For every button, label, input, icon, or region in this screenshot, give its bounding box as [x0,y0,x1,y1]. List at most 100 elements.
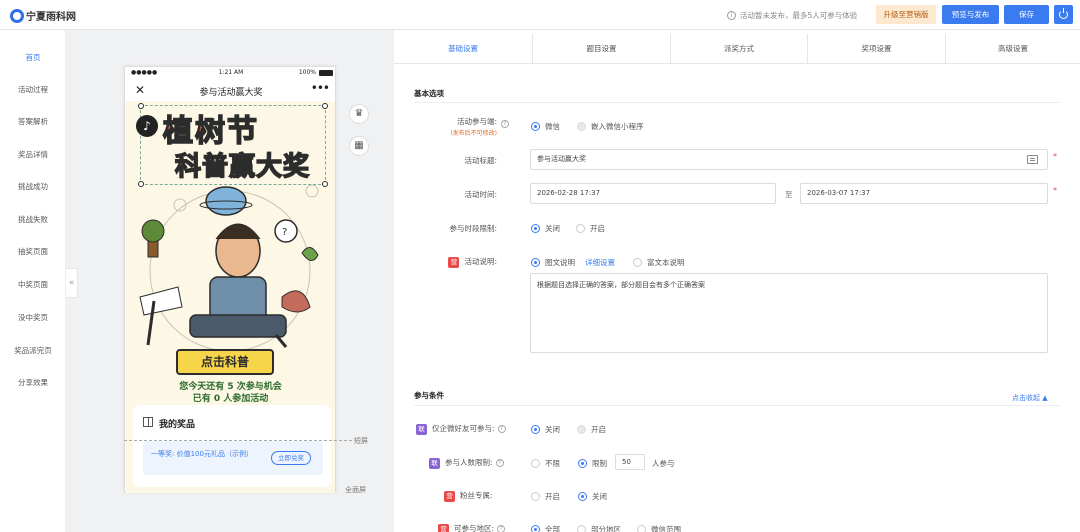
phone-page-title: 参与活动赢大奖 [199,88,263,98]
help-icon[interactable]: ? [495,459,504,467]
nav-item-share[interactable]: 分享效果 [0,377,66,388]
required-mark: * [1053,152,1057,161]
start-time-input[interactable]: 2026-02-28 17:37 [530,183,776,204]
radio-label: 富文本说明 [647,258,685,267]
radio-icon [531,459,540,468]
nav-item-fail[interactable]: 挑战失败 [0,214,66,225]
tab-advanced[interactable]: 高级设置 [945,34,1080,64]
period-option-off[interactable]: 关闭 [531,223,560,234]
radio-label: 全部 [545,525,560,532]
divider [414,102,1060,103]
nav-item-home[interactable]: 首页 [0,52,66,63]
wecom-option-on[interactable]: 开启 [577,424,606,435]
tab-award-method[interactable]: 派奖方式 [670,34,807,64]
more-icon[interactable]: ••• [311,81,330,95]
client-option-miniapp[interactable]: 嵌入微信小程序 [577,121,644,132]
limit-option-limited[interactable]: 限制 [578,458,607,469]
radio-icon [578,492,587,501]
wecom-label: 联仅企微好友可参与:? [416,423,506,435]
top-bar: 宁夏雨科网 i 活动暂未发布，最多5人可参与体验 升级至营销版 预览与发布 保存 [0,0,1080,30]
nav-item-answers[interactable]: 答案解析 [0,116,66,127]
save-button[interactable]: 保存 [1004,5,1049,24]
collapse-nav-toggle[interactable]: « [66,268,78,298]
divider [414,405,1060,406]
nav-item-no-win[interactable]: 没中奖页 [0,312,66,323]
participant-count: 已有 0 人参加活动 [192,394,269,404]
music-icon[interactable]: ♪ [136,115,158,137]
description-textarea[interactable]: 根据题目选择正确的答案，部分题目会有多个正确答案 [530,273,1048,353]
short-screen-label: 短屏 [354,437,368,445]
limit-label: 联参与人数限制:? [429,457,504,469]
help-icon[interactable]: ? [497,525,506,532]
radio-icon [531,122,540,131]
text-format-icon[interactable] [1027,155,1038,164]
caret-up-icon: ▲ [1042,394,1048,402]
upgrade-button[interactable]: 升级至营销版 [876,5,936,24]
radio-label: 限制 [592,459,607,468]
period-option-on[interactable]: 开启 [576,223,605,234]
nav-item-success[interactable]: 挑战成功 [0,181,66,192]
radio-label: 关闭 [592,492,607,501]
start-button[interactable]: 点击科普 [176,349,274,375]
limit-count-input[interactable]: 50 [615,454,645,470]
svg-text:?: ? [282,227,287,238]
end-time-input[interactable]: 2026-03-07 17:37 [800,183,1048,204]
limit-unit: 人参与 [652,459,675,468]
desc-option-graphic[interactable]: 图文说明 详细设置 [531,257,615,268]
fans-option-on[interactable]: 开启 [531,491,560,502]
tab-basic[interactable]: 基础设置 [394,34,532,64]
radio-label: 图文说明 [545,258,575,267]
radio-label: 嵌入微信小程序 [591,122,644,131]
fans-option-off[interactable]: 关闭 [578,491,607,502]
resize-handle[interactable] [322,103,328,109]
radio-label: 微信 [545,122,560,131]
shirt-icon[interactable]: ♛ [349,104,369,124]
radio-icon [578,459,587,468]
description-label-text: 活动说明: [464,257,497,266]
poster-title-box[interactable]: 植树节 科普赢大奖 [138,103,328,187]
limit-label-text: 参与人数限制: [445,458,493,467]
detail-settings-link[interactable]: 详细设置 [585,257,615,268]
battery-status: 100% [299,69,333,76]
resize-handle[interactable] [138,181,144,187]
tab-questions[interactable]: 题目设置 [532,34,670,64]
publish-notice: i 活动暂未发布，最多5人可参与体验 [727,10,857,21]
wecom-option-off[interactable]: 关闭 [531,424,560,435]
brand-logo[interactable]: 宁夏雨科网 [10,8,76,23]
nav-item-lottery[interactable]: 抽奖页面 [0,246,66,257]
nav-item-prize-out[interactable]: 奖品派完页 [0,345,66,356]
radio-icon [577,525,586,532]
grid-icon[interactable]: ▦ [349,136,369,156]
nav-item-win[interactable]: 中奖页面 [0,279,66,290]
client-label: 活动参与端: (发布后不可修改) [400,116,497,137]
tab-prizes[interactable]: 奖项设置 [807,34,945,64]
resize-handle[interactable] [322,181,328,187]
power-button[interactable] [1054,5,1073,24]
info-icon: i [727,11,736,20]
limit-option-unlimited[interactable]: 不限 [531,458,560,469]
client-option-wechat[interactable]: 微信 [531,121,560,132]
notice-text: 活动暂未发布，最多5人可参与体验 [740,11,858,20]
preview-publish-button[interactable]: 预览与发布 [942,5,999,24]
nav-item-process[interactable]: 活动过程 [0,84,66,95]
radio-label: 关闭 [545,425,560,434]
region-option-all[interactable]: 全部 [531,524,560,532]
help-icon[interactable]: ? [497,425,506,433]
poster-title-line2: 科普赢大奖 [174,151,311,183]
desc-option-richtext[interactable]: 富文本说明 [633,257,685,268]
fans-label: 营粉丝专属: [444,490,493,502]
description-label: 营活动说明: [400,256,497,268]
region-option-wechat[interactable]: 微信范围 [637,524,681,532]
radio-icon [633,258,642,267]
title-input[interactable]: 参与活动赢大奖 [530,149,1048,170]
period-label: 参与时段限制: [449,224,497,233]
region-option-partial[interactable]: 部分地区 [577,524,621,532]
redeem-button[interactable]: 立即兑奖 [271,451,311,465]
help-icon[interactable]: ? [501,120,509,128]
collapse-button[interactable]: 点击收起 ▲ [1012,393,1048,403]
resize-handle[interactable] [138,103,144,109]
time-separator: 至 [785,190,793,199]
nav-item-prize-detail[interactable]: 奖品详情 [0,149,66,160]
radio-icon [531,224,540,233]
phone-status-bar: ●●●●● 1:21 AM 100% [125,67,337,79]
